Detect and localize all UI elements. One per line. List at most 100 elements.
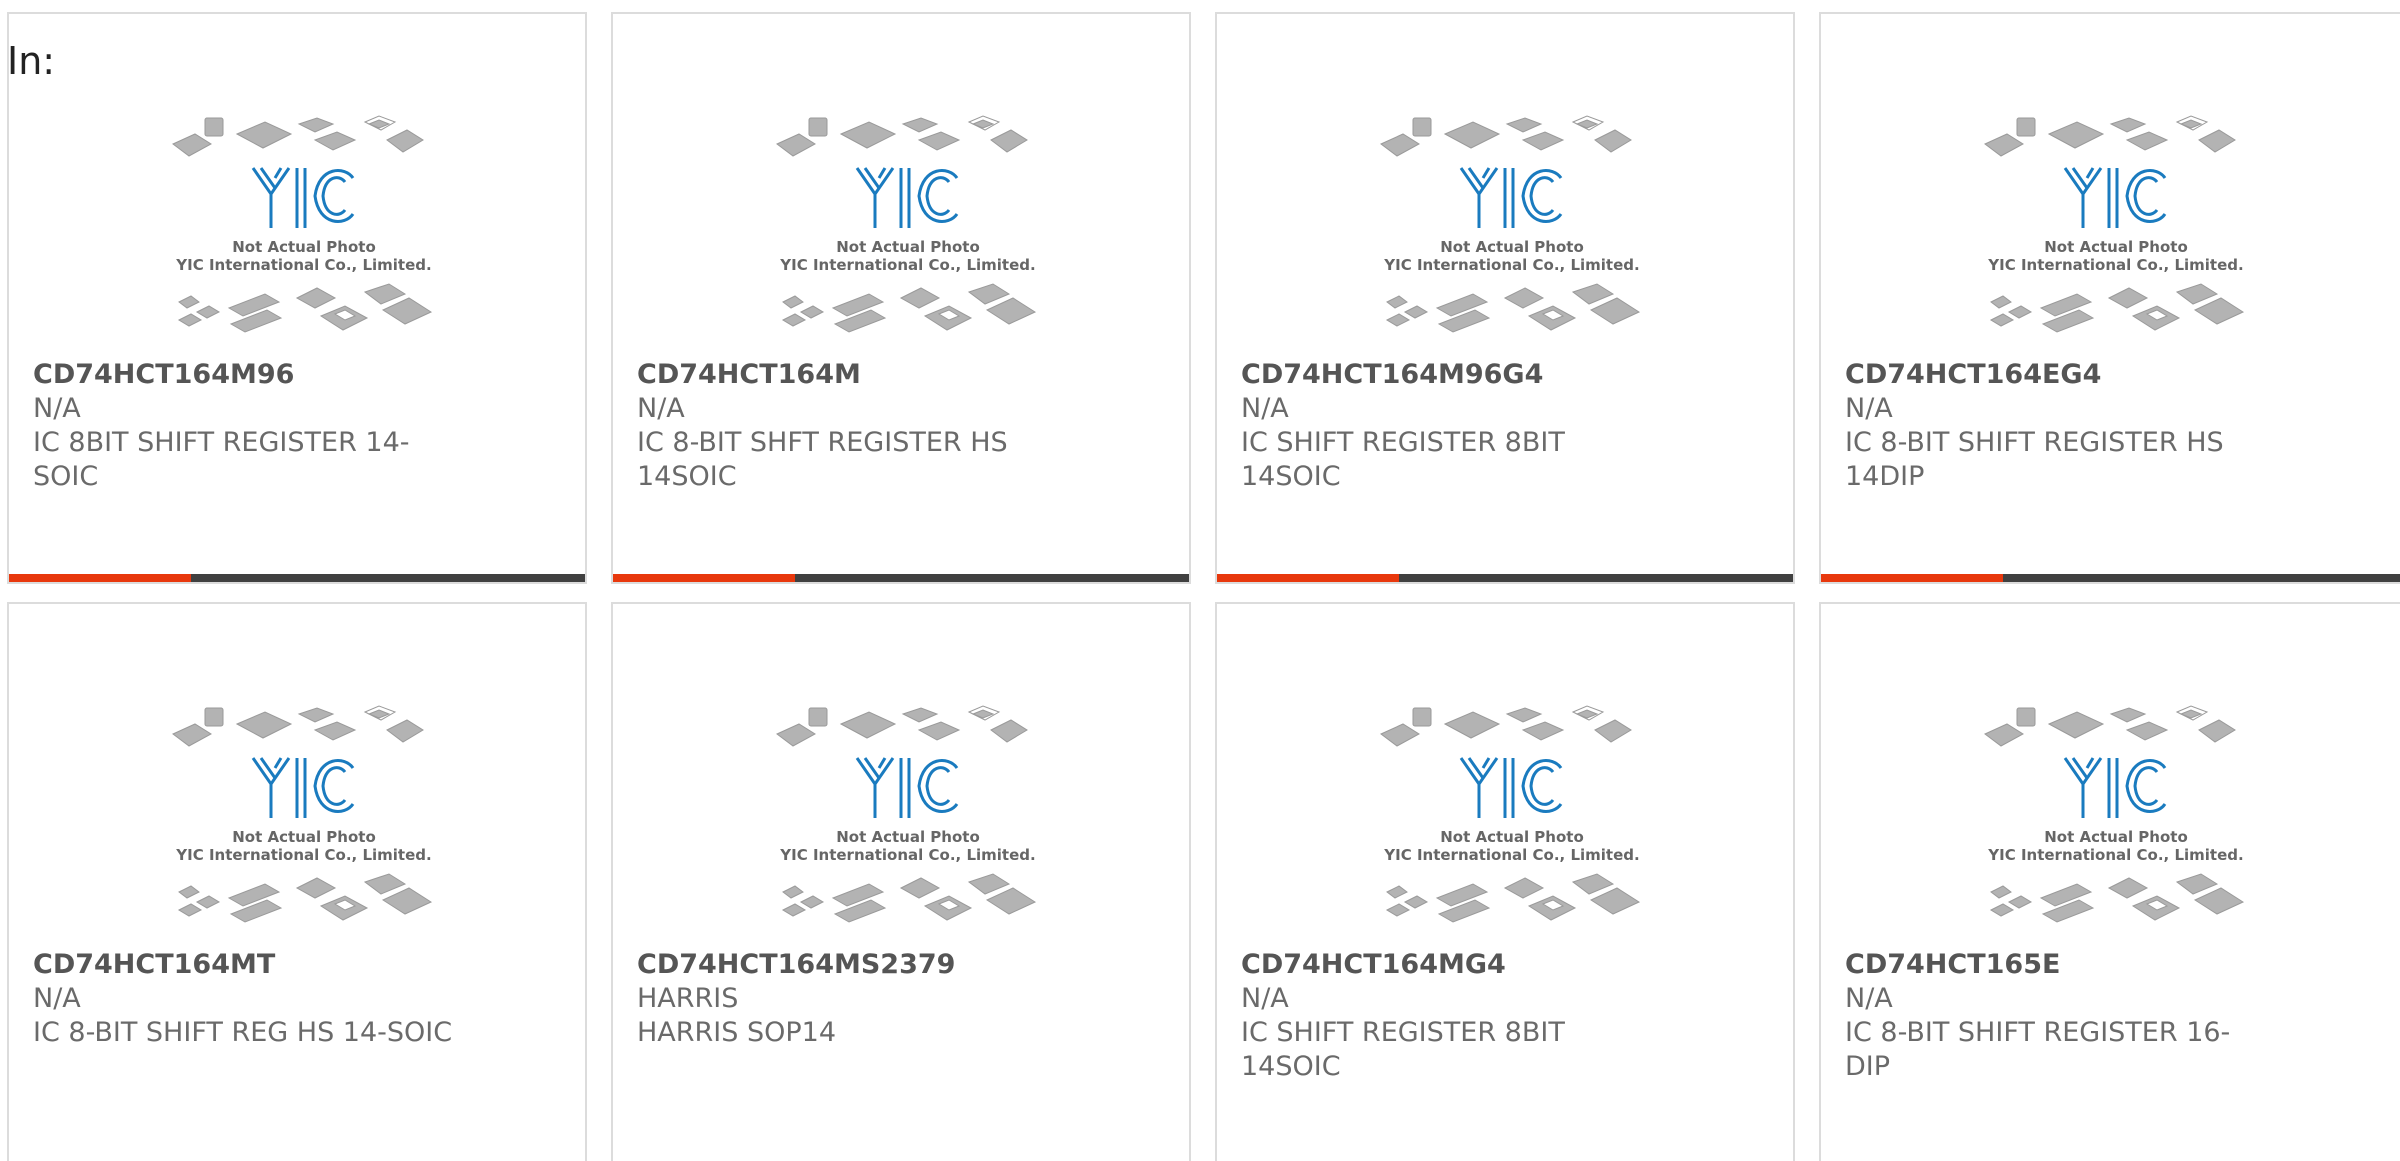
product-card[interactable]: Not Actual Photo YIC International Co., …: [1819, 602, 2400, 1161]
svg-text:Not Actual Photo: Not Actual Photo: [2044, 828, 2188, 846]
company-caption: YIC International Co., Limited.: [1383, 256, 1639, 274]
manufacturer-label: N/A: [33, 983, 81, 1014]
product-placeholder-image[interactable]: Not Actual Photo YIC International Co., …: [773, 692, 1043, 944]
part-number-link[interactable]: CD74HCT164MG4: [1241, 948, 1661, 982]
svg-text:YIC International Co., Limited: YIC International Co., Limited.: [1987, 256, 2243, 274]
product-info: CD74HCT164M96 N/A IC 8BIT SHIFT REGISTER…: [33, 358, 453, 494]
company-caption: YIC International Co., Limited.: [175, 256, 431, 274]
yic-logo-icon: [2061, 754, 2171, 828]
card-bottom-bar: [9, 574, 585, 582]
part-number-link[interactable]: CD74HCT164M96: [33, 358, 453, 392]
product-card[interactable]: Not Actual Photo YIC International Co., …: [611, 602, 1191, 1161]
product-grid: Not Actual Photo YIC International Co., …: [0, 0, 2400, 1161]
description-line-2: 14SOIC: [637, 461, 737, 492]
svg-text:Not Actual Photo: Not Actual Photo: [1440, 238, 1584, 256]
yic-logo-icon: [249, 754, 359, 828]
description-line-1: IC 8-BIT SHIFT REG HS 14-SOIC: [33, 1017, 453, 1048]
yic-logo-icon: [853, 754, 963, 828]
svg-text:YIC International Co., Limited: YIC International Co., Limited.: [1987, 846, 2243, 864]
description-line-1: IC SHIFT REGISTER 8BIT 14SOIC: [1241, 427, 1565, 492]
svg-text:Not Actual Photo: Not Actual Photo: [1440, 828, 1584, 846]
svg-text:YIC International Co., Limited: YIC International Co., Limited.: [175, 846, 431, 864]
product-info: CD74HCT164EG4 N/A IC 8-BIT SHIFT REGISTE…: [1845, 358, 2265, 494]
svg-text:Not Actual Photo: Not Actual Photo: [232, 828, 376, 846]
company-caption: YIC International Co., Limited.: [175, 846, 431, 864]
search-results-page: In: Not Actual Photo YIC International C…: [0, 0, 2400, 1161]
product-card[interactable]: Not Actual Photo YIC International Co., …: [611, 12, 1191, 584]
part-number-link[interactable]: CD74HCT164EG4: [1845, 358, 2265, 392]
company-caption: YIC International Co., Limited.: [1383, 846, 1639, 864]
description-line-1: IC 8-BIT SHFT REGISTER HS: [637, 427, 1008, 458]
description-line-1: IC 8-BIT SHIFT REGISTER HS: [1845, 427, 2224, 458]
manufacturer-label: N/A: [1845, 393, 1893, 424]
not-actual-photo-caption: Not Actual Photo: [2044, 828, 2188, 846]
product-placeholder-image[interactable]: Not Actual Photo YIC International Co., …: [1377, 102, 1647, 354]
yic-logo-icon: [249, 164, 359, 238]
yic-logo-icon: [853, 164, 963, 238]
svg-text:Not Actual Photo: Not Actual Photo: [232, 238, 376, 256]
product-card[interactable]: Not Actual Photo YIC International Co., …: [7, 12, 587, 584]
svg-text:YIC International Co., Limited: YIC International Co., Limited.: [1383, 256, 1639, 274]
product-card[interactable]: Not Actual Photo YIC International Co., …: [1819, 12, 2400, 584]
description-line-1: IC 8-BIT SHIFT REGISTER 16-DIP: [1845, 1017, 2231, 1082]
svg-text:YIC International Co., Limited: YIC International Co., Limited.: [175, 256, 431, 274]
card-accent-bar: [9, 574, 191, 582]
product-card[interactable]: Not Actual Photo YIC International Co., …: [1215, 602, 1795, 1161]
svg-text:Not Actual Photo: Not Actual Photo: [2044, 238, 2188, 256]
card-bottom-bar: [1217, 574, 1793, 582]
card-accent-bar: [1821, 574, 2003, 582]
product-placeholder-image[interactable]: Not Actual Photo YIC International Co., …: [773, 102, 1043, 354]
company-caption: YIC International Co., Limited.: [1987, 256, 2243, 274]
yic-logo-icon: [2061, 164, 2171, 238]
description-line-1: IC SHIFT REGISTER 8BIT 14SOIC: [1241, 1017, 1565, 1082]
product-info: CD74HCT164MT N/A IC 8-BIT SHIFT REG HS 1…: [33, 948, 453, 1050]
svg-text:Not Actual Photo: Not Actual Photo: [836, 828, 980, 846]
part-number-link[interactable]: CD74HCT164MT: [33, 948, 453, 982]
svg-text:Not Actual Photo: Not Actual Photo: [836, 238, 980, 256]
company-caption: YIC International Co., Limited.: [779, 846, 1035, 864]
yic-logo-icon: [1457, 754, 1567, 828]
svg-text:YIC International Co., Limited: YIC International Co., Limited.: [1383, 846, 1639, 864]
not-actual-photo-caption: Not Actual Photo: [232, 238, 376, 256]
product-card[interactable]: Not Actual Photo YIC International Co., …: [7, 602, 587, 1161]
manufacturer-label: N/A: [1241, 983, 1289, 1014]
svg-text:YIC International Co., Limited: YIC International Co., Limited.: [779, 846, 1035, 864]
product-card[interactable]: Not Actual Photo YIC International Co., …: [1215, 12, 1795, 584]
card-accent-bar: [613, 574, 795, 582]
product-info: CD74HCT165E N/A IC 8-BIT SHIFT REGISTER …: [1845, 948, 2265, 1084]
company-caption: YIC International Co., Limited.: [779, 256, 1035, 274]
in-filter-label: In:: [7, 39, 56, 83]
description-line-1: HARRIS SOP14: [637, 1017, 837, 1048]
not-actual-photo-caption: Not Actual Photo: [232, 828, 376, 846]
not-actual-photo-caption: Not Actual Photo: [1440, 238, 1584, 256]
description-line-2: SOIC: [33, 461, 99, 492]
description-line-2: 14DIP: [1845, 461, 1925, 492]
manufacturer-label: N/A: [637, 393, 685, 424]
part-number-link[interactable]: CD74HCT165E: [1845, 948, 2265, 982]
product-placeholder-image[interactable]: Not Actual Photo YIC International Co., …: [1981, 102, 2251, 354]
not-actual-photo-caption: Not Actual Photo: [1440, 828, 1584, 846]
part-number-link[interactable]: CD74HCT164M96G4: [1241, 358, 1661, 392]
yic-logo-icon: [1457, 164, 1567, 238]
product-placeholder-image[interactable]: Not Actual Photo YIC International Co., …: [169, 102, 439, 354]
card-accent-bar: [1217, 574, 1399, 582]
product-info: CD74HCT164MS2379 HARRIS HARRIS SOP14: [637, 948, 1057, 1050]
product-placeholder-image[interactable]: Not Actual Photo YIC International Co., …: [1981, 692, 2251, 944]
product-placeholder-image[interactable]: Not Actual Photo YIC International Co., …: [169, 692, 439, 944]
manufacturer-label: HARRIS: [637, 983, 739, 1014]
manufacturer-label: N/A: [1241, 393, 1289, 424]
not-actual-photo-caption: Not Actual Photo: [836, 828, 980, 846]
company-caption: YIC International Co., Limited.: [1987, 846, 2243, 864]
not-actual-photo-caption: Not Actual Photo: [2044, 238, 2188, 256]
product-info: CD74HCT164M96G4 N/A IC SHIFT REGISTER 8B…: [1241, 358, 1661, 494]
not-actual-photo-caption: Not Actual Photo: [836, 238, 980, 256]
svg-text:YIC International Co., Limited: YIC International Co., Limited.: [779, 256, 1035, 274]
product-info: CD74HCT164MG4 N/A IC SHIFT REGISTER 8BIT…: [1241, 948, 1661, 1084]
manufacturer-label: N/A: [1845, 983, 1893, 1014]
part-number-link[interactable]: CD74HCT164MS2379: [637, 948, 1057, 982]
part-number-link[interactable]: CD74HCT164M: [637, 358, 1057, 392]
description-line-1: IC 8BIT SHIFT REGISTER 14-: [33, 427, 410, 458]
product-info: CD74HCT164M N/A IC 8-BIT SHFT REGISTER H…: [637, 358, 1057, 494]
card-bottom-bar: [613, 574, 1189, 582]
product-placeholder-image[interactable]: Not Actual Photo YIC International Co., …: [1377, 692, 1647, 944]
